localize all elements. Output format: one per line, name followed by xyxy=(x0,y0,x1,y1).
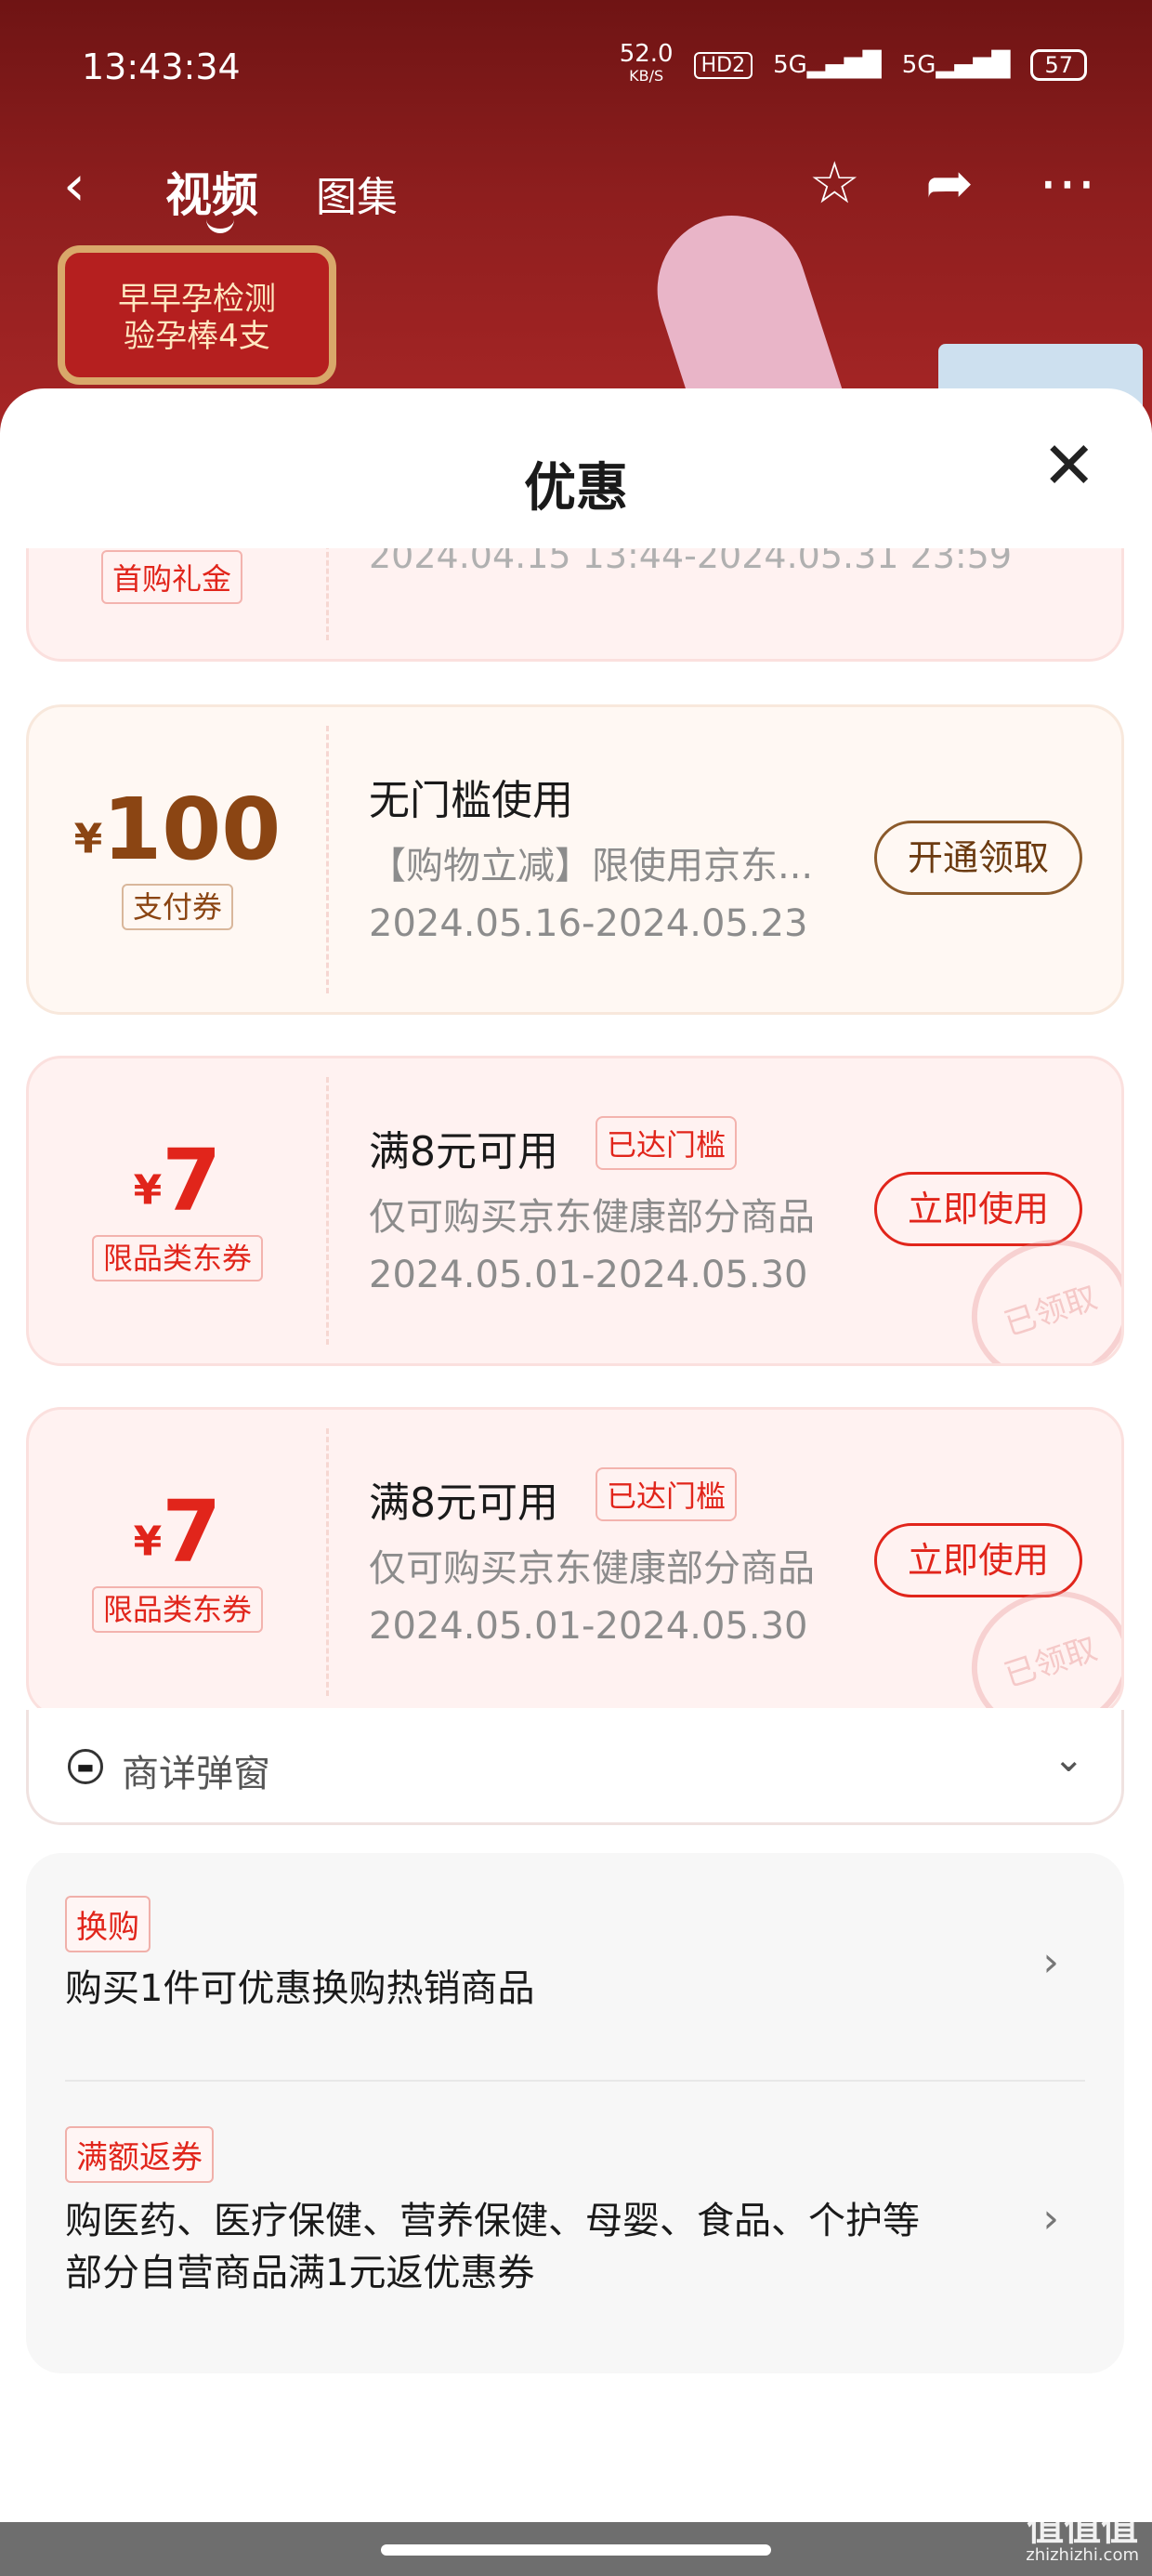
signal-icon: 5G▂▄▆█ xyxy=(773,51,882,79)
coupon-card-partial[interactable]: 首购礼金 2024.04.15 13:44-2024.05.31 23:59 xyxy=(26,548,1124,662)
coupon-desc: 仅可购买京东健康部分商品 xyxy=(369,1196,815,1239)
promo-badge: 早早孕检测 验孕棒4支 xyxy=(58,245,336,385)
product-detail-popup-row[interactable]: ▬ 商详弹窗 ⌄ xyxy=(26,1710,1124,1825)
coupon-title: 满8元可用 xyxy=(369,1128,558,1176)
chevron-down-icon[interactable]: ⌄ xyxy=(1053,1738,1084,1781)
more-icon[interactable]: ⋯ xyxy=(1039,149,1096,217)
activate-claim-button[interactable]: 开通领取 xyxy=(874,821,1082,895)
coupon-tag: 限品类东券 xyxy=(91,1586,263,1633)
tab-indicator xyxy=(206,219,234,233)
use-now-button[interactable]: 立即使用 xyxy=(874,1523,1082,1597)
coupon-price: ¥100 xyxy=(73,780,281,879)
coupon-card[interactable]: ¥7 限品类东券 满8元可用 已达门槛 仅可购买京东健康部分商品 2024.05… xyxy=(26,1056,1124,1366)
net-speed: 52.0 KB/S xyxy=(619,40,674,85)
coupon-date: 2024.05.01-2024.05.30 xyxy=(369,1254,808,1296)
status-icons: 52.0 KB/S HD2 5G▂▄▆█ 5G▂▄▆█ 57 xyxy=(619,40,1087,87)
hd-icon: HD2 xyxy=(693,51,753,79)
chevron-right-icon[interactable]: › xyxy=(1042,1939,1059,1986)
coupon-card[interactable]: ¥7 限品类东券 满8元可用 已达门槛 仅可购买京东健康部分商品 2024.05… xyxy=(26,1407,1124,1708)
video-header-background: 13:43:34 52.0 KB/S HD2 5G▂▄▆█ 5G▂▄▆█ 57 … xyxy=(0,0,1152,437)
signal-icon-2: 5G▂▄▆█ xyxy=(901,51,1011,79)
nav-actions: ☆ ➦ ⋯ xyxy=(808,149,1096,217)
system-nav-bar: 值值值 zhizhizhi.com xyxy=(0,2509,1152,2576)
coupon-list[interactable]: 首购礼金 2024.04.15 13:44-2024.05.31 23:59 ¥… xyxy=(0,548,1152,1708)
chevron-right-icon[interactable]: › xyxy=(1042,2195,1059,2242)
status-time: 13:43:34 xyxy=(82,46,241,87)
tab-video[interactable]: 视频 xyxy=(165,158,258,225)
coupon-title: 无门槛使用 xyxy=(369,777,573,824)
coupon-tag: 限品类东券 xyxy=(91,1235,263,1281)
star-icon[interactable]: ☆ xyxy=(808,149,860,217)
offer-text: 购买1件可优惠换购热销商品 xyxy=(65,1967,535,2010)
coupon-title: 满8元可用 xyxy=(369,1479,558,1527)
detail-row-label: 商详弹窗 xyxy=(122,1753,270,1795)
tab-album[interactable]: 图集 xyxy=(316,164,398,223)
coupon-tag: 首购礼金 xyxy=(101,550,243,604)
offer-text: 购医药、医疗保健、营养保健、母婴、食品、个护等 部分自营商品满1元返优惠券 xyxy=(65,2200,920,2294)
battery-icon: 57 xyxy=(1030,49,1087,81)
divider xyxy=(65,2080,1085,2082)
threshold-reached-badge: 已达门槛 xyxy=(596,1467,738,1521)
offer-tag: 满额返券 xyxy=(65,2126,214,2183)
coupon-tag: 支付券 xyxy=(121,884,233,930)
close-icon[interactable]: ✕ xyxy=(1041,433,1096,498)
ticket-icon: ▬ xyxy=(68,1749,103,1784)
use-now-button[interactable]: 立即使用 xyxy=(874,1172,1082,1246)
coupon-price: ¥7 xyxy=(133,1482,222,1582)
offer-tag: 换购 xyxy=(65,1896,151,1952)
sheet-title: 优惠 xyxy=(524,458,628,519)
top-nav: ‹ 视频 图集 ☆ ➦ ⋯ xyxy=(0,149,1152,233)
discount-sheet: 优惠 ✕ 首购礼金 2024.04.15 13:44-2024.05.31 23… xyxy=(0,388,1152,2576)
share-icon[interactable]: ➦ xyxy=(925,149,974,217)
watermark-logo: 值值值 zhizhizhi.com xyxy=(1026,2506,1139,2565)
coupon-date: 2024.04.15 13:44-2024.05.31 23:59 xyxy=(369,548,1013,576)
back-icon[interactable]: ‹ xyxy=(63,158,85,214)
threshold-reached-badge: 已达门槛 xyxy=(596,1116,738,1170)
coupon-desc: 仅可购买京东健康部分商品 xyxy=(369,1547,815,1590)
coupon-desc: 【购物立减】限使用京东... xyxy=(369,845,814,887)
coupon-date: 2024.05.01-2024.05.30 xyxy=(369,1605,808,1648)
home-indicator[interactable] xyxy=(381,2544,771,2556)
coupon-card[interactable]: ¥100 支付券 无门槛使用 【购物立减】限使用京东... 2024.05.16… xyxy=(26,704,1124,1015)
coupon-price: ¥7 xyxy=(133,1131,222,1230)
offers-panel: 换购 购买1件可优惠换购热销商品 › 满额返券 购医药、医疗保健、营养保健、母婴… xyxy=(26,1853,1124,2373)
coupon-date: 2024.05.16-2024.05.23 xyxy=(369,902,808,945)
